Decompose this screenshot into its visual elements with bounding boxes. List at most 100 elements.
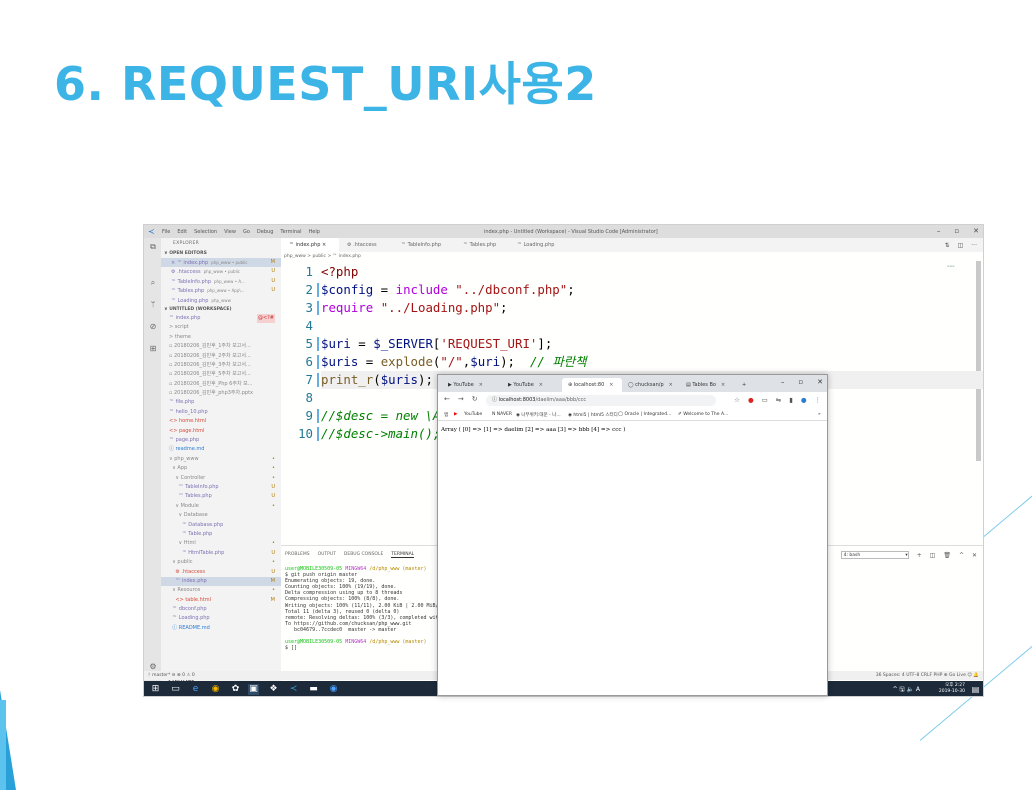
panel-tab-terminal[interactable]: TERMINAL bbox=[391, 552, 415, 558]
forward-icon[interactable]: → bbox=[458, 395, 464, 403]
tree-item[interactable]: ™ file.php bbox=[161, 398, 281, 407]
tree-item[interactable]: ™ TableInfo.php U bbox=[161, 483, 281, 492]
tree-item[interactable]: <> table.html M bbox=[161, 596, 281, 605]
tree-item[interactable]: ⓘ README.md bbox=[161, 624, 281, 633]
tree-item[interactable]: ™ dbconf.php bbox=[161, 605, 281, 614]
app-icon-3[interactable]: ❖ bbox=[268, 684, 279, 695]
open-editors-header[interactable]: ∨ OPEN EDITORS bbox=[161, 249, 281, 258]
star-icon[interactable]: ☆ bbox=[734, 396, 740, 404]
menu-item-terminal[interactable]: Terminal bbox=[280, 229, 301, 235]
maximize-icon[interactable]: ▫ bbox=[954, 227, 959, 235]
browser-tab[interactable]: ▤ Tables Bo × bbox=[680, 378, 736, 392]
reload-icon[interactable]: ↻ bbox=[472, 395, 478, 403]
profile-icon[interactable]: ● bbox=[801, 396, 807, 404]
clock[interactable]: 오후 2:27 2019-10-30 bbox=[939, 683, 965, 695]
breadcrumb[interactable]: php_www > public > ™ index.php bbox=[281, 252, 361, 261]
status-right[interactable]: 36 Spaces: 4 UTF-8 CRLF PHP ⊕ Go Live ☺ … bbox=[876, 671, 979, 680]
terminal-output[interactable]: user@MOBILE30509-05 MINGW64 /d/php_www (… bbox=[285, 566, 439, 651]
vscode-taskbar-icon[interactable]: ≺ bbox=[288, 684, 299, 695]
menu-item-selection[interactable]: Selection bbox=[194, 229, 217, 235]
tree-item[interactable]: ▫ 20180206_김민후_php3주차.pptx bbox=[161, 389, 281, 398]
back-icon[interactable]: ← bbox=[444, 395, 450, 403]
extension-icon-3[interactable]: ▮ bbox=[789, 396, 793, 404]
maximize-icon[interactable]: ▫ bbox=[798, 378, 803, 386]
bookmark-item[interactable]: 앱 bbox=[444, 412, 448, 418]
tree-item[interactable]: ™ page.php bbox=[161, 436, 281, 445]
bookmark-item[interactable]: N NAVER bbox=[492, 412, 512, 417]
tree-item[interactable]: ™ index.php M bbox=[161, 576, 281, 587]
tree-item[interactable]: ▫ 20180206_김민후_2주차 보고서... bbox=[161, 352, 281, 361]
tree-item[interactable]: ∨ Module • bbox=[161, 502, 281, 511]
bookmark-item[interactable]: ◉ html5 | html5 스터디 bbox=[568, 412, 618, 418]
workspace-header[interactable]: ∨ UNTITLED (WORKSPACE) bbox=[161, 305, 281, 314]
tree-item[interactable]: ™ HtmlTable.php U bbox=[161, 549, 281, 558]
tree-item[interactable]: ▫ 20180206_김민후_3주차 보고서... bbox=[161, 361, 281, 370]
open-editor-item[interactable]: × ™ index.php php_www • public M bbox=[161, 258, 281, 268]
bookmark-item[interactable]: » bbox=[818, 412, 821, 417]
bookmark-item[interactable]: ◉ 나무위키:대문 - 나... bbox=[516, 412, 561, 418]
address-bar[interactable]: ⓘ localhost:8003/daelim/aaa/bbb/ccc bbox=[486, 395, 716, 406]
tree-item[interactable]: ∨ App • bbox=[161, 464, 281, 473]
tree-item[interactable]: ▫ 20180206_김민후_5주차 보고서... bbox=[161, 370, 281, 379]
open-editor-item[interactable]: ⚙ .htaccess php_www • public U bbox=[161, 267, 281, 276]
bookmark-item[interactable]: ◯ Oracle | Integrated... bbox=[618, 412, 671, 417]
tree-item[interactable]: ∨ Database bbox=[161, 511, 281, 520]
panel-tab-output[interactable]: OUTPUT bbox=[318, 552, 336, 558]
trash-icon[interactable]: 🗑 bbox=[943, 552, 951, 559]
source-control-icon[interactable]: ᛘ bbox=[148, 300, 158, 310]
tab-close-icon[interactable]: × bbox=[539, 382, 543, 388]
split-terminal-icon[interactable]: ◫ bbox=[930, 552, 936, 559]
tree-item[interactable]: <> home.html bbox=[161, 417, 281, 426]
split-editor-icon[interactable]: ◫ bbox=[958, 242, 964, 249]
minimize-icon[interactable]: – bbox=[937, 227, 941, 235]
tree-item[interactable]: > theme bbox=[161, 333, 281, 342]
tree-item[interactable]: ™ Table.php bbox=[161, 530, 281, 539]
chrome-icon[interactable]: ◉ bbox=[210, 684, 221, 695]
browser-tab[interactable]: ⊕ localhost:80 × bbox=[562, 378, 622, 392]
minimize-icon[interactable]: – bbox=[781, 378, 785, 386]
bookmark-item[interactable]: ✐ Welcome to The A... bbox=[678, 412, 728, 417]
editor-tab[interactable]: ™ index.php × bbox=[281, 238, 339, 252]
system-tray[interactable]: ^ 🖫 🔈 A bbox=[893, 685, 920, 695]
debug-icon[interactable]: ⊘ bbox=[148, 322, 158, 332]
tree-item[interactable]: ™ index.php @<?# bbox=[161, 313, 281, 324]
menu-item-edit[interactable]: Edit bbox=[177, 229, 187, 235]
tree-item[interactable]: ™ Tables.php U bbox=[161, 492, 281, 501]
menu-item-help[interactable]: Help bbox=[309, 229, 320, 235]
more-actions-icon[interactable]: ··· bbox=[971, 242, 977, 249]
tree-item[interactable]: ▫ 20180206_김민후_1주차 보고서... bbox=[161, 342, 281, 351]
terminal-taskbar-icon[interactable]: ▬ bbox=[308, 684, 319, 695]
open-editor-item[interactable]: ™ Loading.php php_www bbox=[161, 296, 281, 305]
close-icon[interactable]: ✕ bbox=[973, 227, 979, 235]
chrome-taskbar-icon[interactable]: ◉ bbox=[328, 684, 339, 695]
extension-icon-2[interactable]: ⇋ bbox=[776, 396, 781, 404]
tree-item[interactable]: ⚙ .htaccess U bbox=[161, 568, 281, 577]
terminal-select[interactable]: 4: bash ▾ bbox=[840, 551, 909, 559]
tree-item[interactable]: ▫ 20180206_김민후_Php 6주차 보... bbox=[161, 380, 281, 389]
compare-icon[interactable]: ⇅ bbox=[945, 242, 950, 249]
tab-close-icon[interactable]: × bbox=[721, 382, 725, 388]
tree-item[interactable]: ™ hello_10.php bbox=[161, 408, 281, 417]
windows-start-icon[interactable]: ⊞ bbox=[150, 684, 161, 695]
task-view-icon[interactable]: ▭ bbox=[170, 684, 181, 695]
tab-close-icon[interactable]: × bbox=[479, 382, 483, 388]
editor-tab[interactable]: ™ Loading.php bbox=[509, 238, 565, 252]
editor-tab[interactable]: ™ Tables.php bbox=[455, 238, 509, 252]
maximize-panel-icon[interactable]: ^ bbox=[959, 552, 964, 559]
browser-tab[interactable]: ◯ chucksan/p × bbox=[622, 378, 680, 392]
open-editor-item[interactable]: ™ Tables.php php_www • App\... U bbox=[161, 286, 281, 295]
bookmark-item[interactable]: ▶ bbox=[454, 412, 457, 417]
tab-close-icon[interactable]: × bbox=[609, 382, 613, 388]
tree-item[interactable]: <> page.html bbox=[161, 427, 281, 436]
tree-item[interactable]: ∨ php_www • bbox=[161, 455, 281, 464]
tree-item[interactable]: ™ Loading.php bbox=[161, 614, 281, 623]
search-icon[interactable]: ⌕ bbox=[148, 278, 158, 288]
close-icon[interactable]: ✕ bbox=[817, 378, 823, 386]
explorer-icon[interactable]: ⧉ bbox=[148, 242, 158, 252]
chrome-menu-icon[interactable]: ⋮ bbox=[815, 396, 822, 404]
tree-item[interactable]: ∨ Resource • bbox=[161, 586, 281, 595]
notification-icon[interactable]: ▤ bbox=[970, 684, 981, 695]
panel-tab-problems[interactable]: PROBLEMS bbox=[285, 552, 310, 558]
tree-item[interactable]: ∨ public • bbox=[161, 558, 281, 567]
menu-item-file[interactable]: File bbox=[162, 229, 170, 235]
